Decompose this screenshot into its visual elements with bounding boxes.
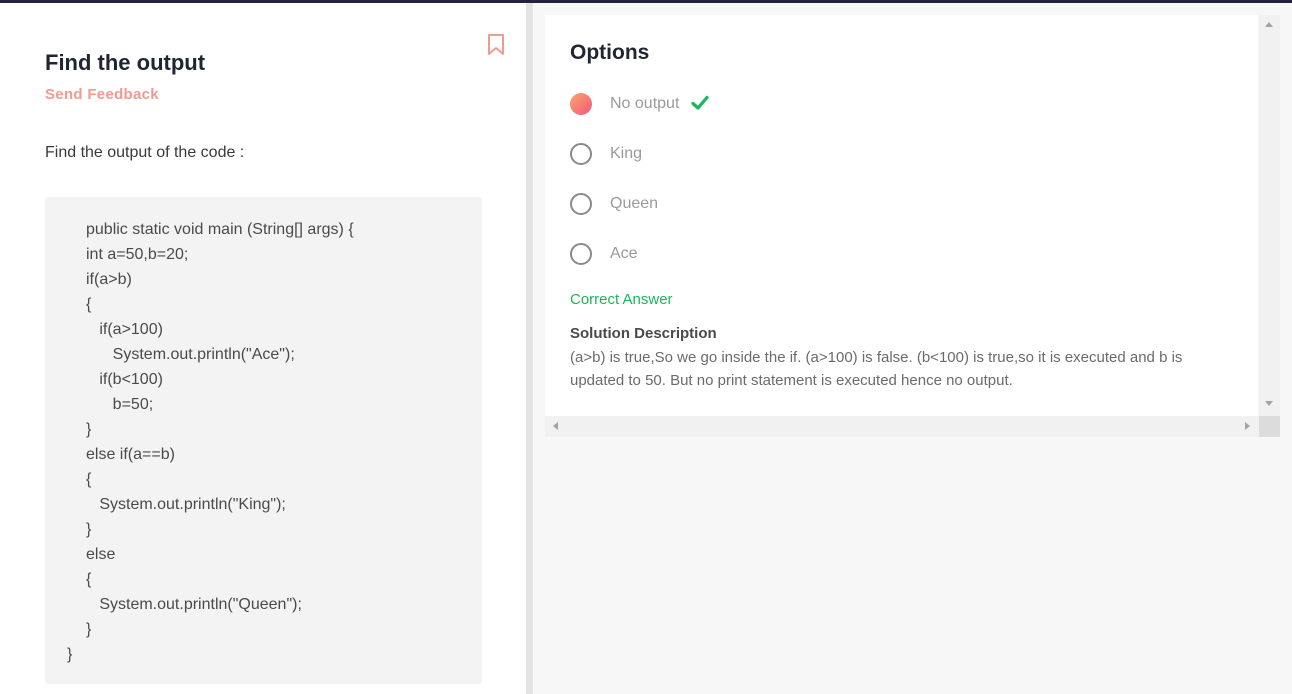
scroll-left-icon[interactable] [553, 422, 558, 430]
radio-button[interactable] [570, 193, 592, 215]
question-prompt: Find the output of the code : [45, 144, 245, 161]
code-line: System.out.println("King"); [86, 496, 286, 513]
code-line: } [86, 521, 92, 538]
option-no-output[interactable]: No output [570, 92, 870, 118]
scroll-right-icon[interactable] [1245, 422, 1250, 430]
code-line: if(a>100) [86, 321, 163, 338]
scroll-down-icon[interactable] [1265, 401, 1273, 406]
solution-title: Solution Description [570, 325, 717, 342]
option-label: Ace [610, 245, 638, 262]
option-king[interactable]: King [570, 142, 870, 168]
question-panel: Find the output Send Feedback Find the o… [0, 3, 526, 694]
options-card: Options No output King Queen Ace Correct… [545, 15, 1258, 416]
vertical-scrollbar[interactable] [1259, 15, 1280, 416]
code-block: public static void main (String[] args) … [45, 197, 482, 684]
code-line: System.out.println("Ace"); [86, 346, 295, 363]
code-line: { [86, 296, 92, 313]
correct-answer-label: Correct Answer [570, 291, 673, 308]
scroll-up-icon[interactable] [1265, 22, 1273, 27]
code-line: int a=50,b=20; [86, 246, 189, 263]
code-line: else [86, 546, 116, 563]
radio-button[interactable] [570, 143, 592, 165]
option-label: No output [610, 95, 680, 112]
question-title: Find the output [45, 50, 206, 75]
code-line: { [86, 571, 92, 588]
code-line: else if(a==b) [86, 446, 175, 463]
bookmark-icon[interactable] [487, 33, 505, 57]
option-queen[interactable]: Queen [570, 192, 870, 218]
code-line: } [86, 421, 92, 438]
code-line: if(b<100) [86, 371, 163, 388]
horizontal-scrollbar[interactable] [545, 416, 1259, 437]
code-line: } [67, 646, 73, 663]
options-title: Options [570, 41, 650, 64]
solution-description: (a>b) is true,So we go inside the if. (a… [570, 349, 1183, 389]
check-icon [691, 95, 709, 110]
option-ace[interactable]: Ace [570, 242, 870, 268]
panel-divider[interactable] [526, 3, 533, 694]
option-label: Queen [610, 195, 659, 212]
code-line: b=50; [86, 396, 154, 413]
code-line: System.out.println("Queen"); [86, 596, 302, 613]
send-feedback-link[interactable]: Send Feedback [45, 86, 159, 103]
code-line: public static void main (String[] args) … [86, 221, 354, 238]
scrollbar-corner [1259, 416, 1280, 437]
code-line: if(a>b) [86, 271, 132, 288]
radio-button[interactable] [570, 243, 592, 265]
code-line: } [86, 621, 92, 638]
code-line: { [86, 471, 92, 488]
radio-selected[interactable] [570, 93, 592, 115]
option-label: King [610, 145, 643, 162]
